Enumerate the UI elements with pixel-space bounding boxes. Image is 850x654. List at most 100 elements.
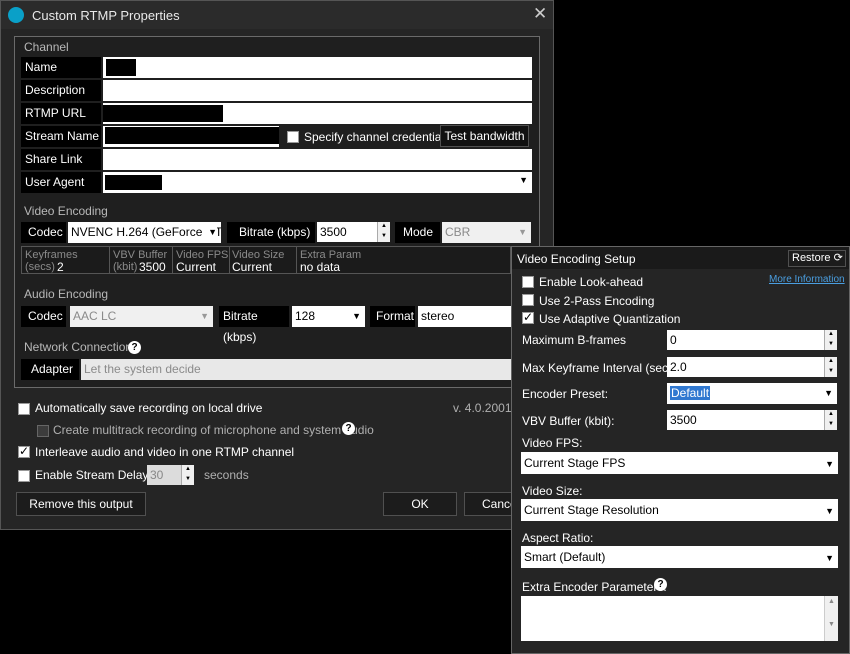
audio-codec-value: AAC LC: [73, 309, 117, 323]
help-icon[interactable]: ?: [654, 578, 667, 591]
video-codec-label: Codec: [21, 222, 66, 243]
channel-group-label: Channel: [24, 40, 69, 54]
aspect-ratio-label: Aspect Ratio:: [522, 531, 594, 545]
help-icon[interactable]: ?: [128, 341, 141, 354]
format-select[interactable]: stereo: [418, 306, 511, 327]
extra-params-textarea[interactable]: ▲ ▼: [521, 596, 838, 641]
video-size-select[interactable]: Current Stage Resolution ▼: [521, 499, 838, 521]
video-codec-select[interactable]: NVENC H.264 (GeForce GT ▼: [68, 222, 221, 243]
video-bitrate-spinner[interactable]: 3500 ▲ ▼: [317, 222, 390, 242]
chevron-down-icon: ▼: [200, 311, 209, 321]
vbv-buffer-label: VBV Buffer (kbit):: [522, 414, 615, 428]
chevron-down-icon: ▼: [352, 311, 361, 321]
spinner-buttons[interactable]: ▲ ▼: [824, 330, 837, 350]
aspect-ratio-select[interactable]: Smart (Default) ▼: [521, 546, 838, 568]
spinner-buttons[interactable]: ▲ ▼: [181, 465, 194, 485]
audio-bitrate-select[interactable]: 128 ▼: [292, 306, 365, 327]
extra-value: no data: [300, 260, 341, 274]
encoder-preset-select[interactable]: Default ▼: [667, 383, 837, 404]
stream-delay-checkbox[interactable]: [18, 470, 30, 482]
vbv-value: 3500: [139, 260, 166, 274]
encoder-preset-label: Encoder Preset:: [522, 387, 609, 401]
encoder-preset-value: Default: [670, 386, 711, 400]
divider: [229, 247, 230, 273]
chevron-down-icon: ▼: [824, 388, 833, 398]
multitrack-checkbox[interactable]: [37, 425, 49, 437]
stream-delay-label: Enable Stream Delay: [35, 468, 149, 482]
vbv-buffer-value: 3500: [670, 413, 697, 427]
video-fps-label: Video FPS:: [522, 436, 583, 450]
video-fps-value: Current Stage FPS: [524, 456, 626, 470]
two-pass-checkbox[interactable]: [522, 294, 534, 306]
spinner-buttons[interactable]: ▲ ▼: [377, 222, 390, 242]
refresh-icon: ⟳: [833, 252, 843, 264]
video-size-label: Video Size:: [522, 484, 583, 498]
spinner-buttons[interactable]: ▲ ▼: [824, 410, 837, 430]
adaptive-quantization-checkbox[interactable]: [522, 310, 534, 324]
description-input[interactable]: [103, 80, 532, 101]
video-bitrate-value: 3500: [320, 225, 347, 239]
format-value: stereo: [421, 309, 455, 323]
max-bframes-value: 0: [670, 333, 677, 347]
redacted-text: [105, 175, 162, 190]
adaptive-quantization-label: Use Adaptive Quantization: [539, 312, 681, 326]
popup-header: Video Encoding Setup Restore ⟳: [512, 247, 849, 269]
audio-bitrate-label: Bitrate (kbps): [219, 306, 289, 344]
audio-codec-select[interactable]: AAC LC ▼: [70, 306, 213, 327]
stream-delay-spinner[interactable]: 30 ▲ ▼: [147, 465, 194, 485]
chevron-down-icon: ▼: [825, 506, 834, 516]
max-bframes-label: Maximum B-frames: [522, 333, 627, 347]
close-icon[interactable]: ✕: [533, 4, 547, 24]
format-label: Format: [370, 306, 415, 327]
chevron-down-icon: ▼: [825, 459, 834, 469]
max-keyframe-spinner[interactable]: 2.0 ▲ ▼: [667, 357, 837, 377]
redacted-text: [106, 59, 136, 76]
share-link-input[interactable]: [103, 149, 532, 170]
version-label: v. 4.0.2001: [453, 401, 512, 415]
auto-save-checkbox[interactable]: [18, 403, 30, 415]
name-label: Name: [21, 57, 101, 78]
spinner-buttons[interactable]: ▲ ▼: [824, 357, 837, 377]
help-icon[interactable]: ?: [342, 422, 355, 435]
window-title: Custom RTMP Properties: [32, 8, 180, 23]
audio-group-label: Audio Encoding: [24, 287, 109, 301]
specify-credentials-checkbox[interactable]: [287, 131, 299, 143]
max-keyframe-value: 2.0: [670, 360, 687, 374]
mode-label: Mode: [395, 222, 440, 243]
scrollbar[interactable]: ▲ ▼: [824, 596, 838, 641]
video-fps-select[interactable]: Current Stage FPS ▼: [521, 452, 838, 474]
name-input[interactable]: [103, 57, 532, 78]
fps-value: Current: [176, 260, 217, 274]
adapter-label: Adapter: [21, 359, 79, 380]
user-agent-label: User Agent: [21, 172, 101, 193]
size-value: Current: [232, 260, 273, 274]
stream-name-input[interactable]: [103, 126, 279, 147]
max-bframes-spinner[interactable]: 0 ▲ ▼: [667, 330, 837, 350]
ok-button[interactable]: OK: [383, 492, 457, 516]
redacted-text: [105, 127, 279, 144]
max-keyframe-label: Max Keyframe Interval (secs):: [522, 361, 682, 375]
restore-label: Restore: [792, 252, 831, 264]
remove-output-button[interactable]: Remove this output: [16, 492, 146, 516]
restore-button[interactable]: Restore ⟳: [788, 250, 846, 267]
keyframes-value: 2: [57, 260, 64, 274]
video-codec-value: NVENC H.264 (GeForce GT: [71, 225, 221, 239]
stream-name-label: Stream Name: [21, 126, 101, 147]
redacted-text: [103, 105, 223, 122]
adapter-select[interactable]: Let the system decide: [81, 359, 511, 380]
video-bitrate-label: Bitrate (kbps): [227, 222, 315, 243]
interleave-checkbox[interactable]: [18, 444, 30, 458]
interleave-label: Interleave audio and video in one RTMP c…: [35, 445, 295, 459]
look-ahead-checkbox[interactable]: [522, 276, 534, 288]
user-agent-combo[interactable]: ▼: [103, 172, 532, 193]
chevron-down-icon: ▼: [518, 227, 527, 237]
look-ahead-label: Enable Look-ahead: [539, 275, 644, 289]
more-information-link[interactable]: More Information: [769, 274, 845, 285]
video-encoding-setup-panel: Video Encoding Setup Restore ⟳ Enable Lo…: [511, 246, 850, 654]
vbv-buffer-spinner[interactable]: 3500 ▲ ▼: [667, 410, 837, 430]
test-bandwidth-button[interactable]: Test bandwidth: [440, 125, 529, 147]
rtmp-url-input[interactable]: [103, 103, 532, 124]
mode-select[interactable]: CBR ▼: [442, 222, 531, 243]
divider: [109, 247, 110, 273]
description-label: Description: [21, 80, 101, 101]
